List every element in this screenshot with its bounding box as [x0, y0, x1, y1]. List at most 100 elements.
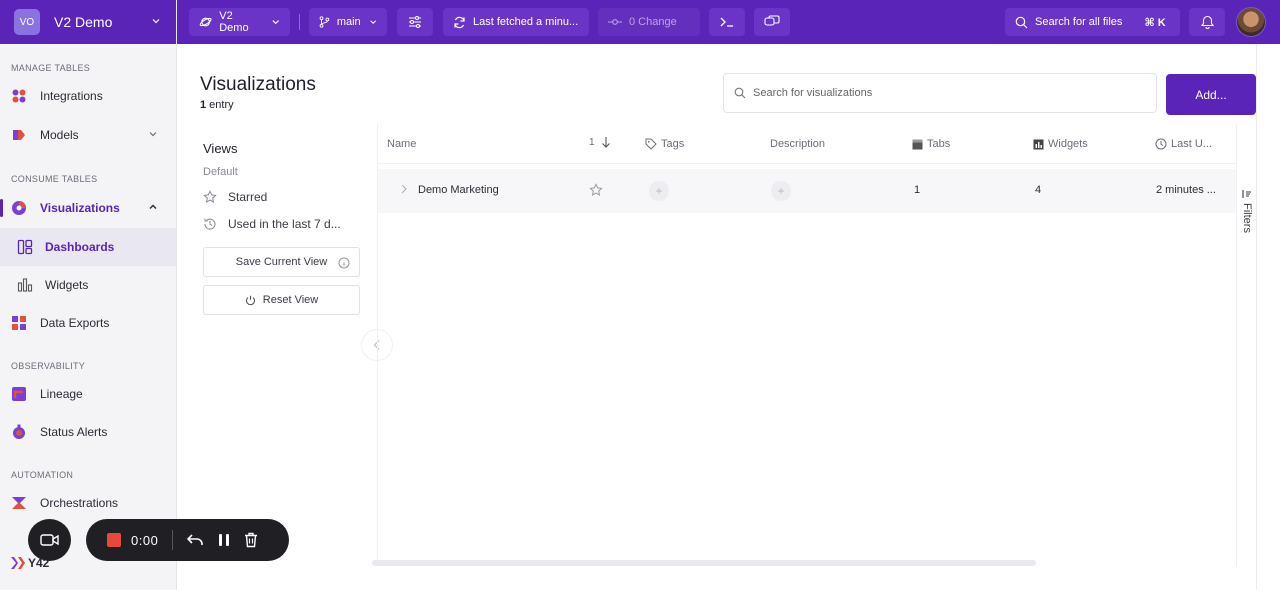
views-panel: Views Default Starred Used in the last 7…	[178, 124, 377, 574]
sliders-icon	[409, 15, 421, 29]
stop-record-icon[interactable]	[107, 533, 121, 547]
fetch-status-button[interactable]: Last fetched a minu...	[443, 8, 589, 36]
video-camera-icon	[39, 534, 59, 546]
section-manage-tables: MANAGE TABLES	[11, 63, 91, 73]
view-recently-used[interactable]: Used in the last 7 d...	[203, 217, 341, 231]
integrations-icon	[11, 88, 27, 104]
pause-icon[interactable]	[218, 533, 230, 547]
terminal-button[interactable]	[709, 8, 745, 36]
table-row[interactable]: Demo Marketing + + 1 4 2 minutes ...	[378, 169, 1237, 213]
sidebar-item-dashboards[interactable]: Dashboards	[0, 228, 176, 266]
page-scrollbar[interactable]	[1256, 44, 1280, 590]
global-search-button[interactable]: Search for all files ⌘ K	[1005, 8, 1180, 36]
horizontal-scrollbar[interactable]	[372, 560, 1036, 566]
reset-view-button[interactable]: Reset View	[203, 285, 360, 315]
history-icon	[203, 217, 217, 231]
status-alerts-icon	[11, 424, 27, 440]
column-sort[interactable]: 1	[589, 136, 615, 148]
tabs-icon	[912, 139, 923, 149]
chevron-down-icon	[272, 20, 279, 25]
notifications-button[interactable]	[1189, 8, 1225, 36]
sidebar-item-label: Integrations	[40, 89, 103, 103]
sidebar-item-integrations[interactable]: Integrations	[0, 79, 176, 113]
column-last-updated[interactable]: Last U...	[1155, 138, 1212, 150]
row-name[interactable]: Demo Marketing	[418, 184, 499, 196]
workspace-avatar: VO	[14, 9, 40, 35]
terminal-icon	[720, 17, 733, 27]
add-tag-icon[interactable]: +	[649, 181, 669, 201]
expand-row-icon[interactable]	[400, 183, 408, 198]
star-icon[interactable]	[589, 183, 603, 200]
sidebar-item-visualizations[interactable]: Visualizations	[0, 191, 176, 225]
search-input[interactable]	[753, 87, 1133, 99]
views-title: Views	[203, 141, 238, 156]
git-branch-icon	[319, 16, 330, 28]
recording-controls: 0:00	[86, 519, 289, 561]
chevron-down-icon[interactable]	[148, 129, 158, 142]
views-default-label: Default	[203, 166, 238, 178]
add-description-icon[interactable]: +	[771, 181, 791, 201]
project-switcher[interactable]: V2 Demo	[189, 8, 290, 36]
sidebar-item-label: Models	[40, 128, 79, 142]
divider	[172, 530, 174, 550]
view-starred[interactable]: Starred	[203, 190, 267, 204]
user-avatar[interactable]	[1236, 7, 1266, 37]
models-icon	[11, 127, 27, 143]
visualizations-icon	[11, 200, 27, 216]
camera-button[interactable]	[28, 519, 71, 561]
row-widgets: 4	[1035, 184, 1042, 196]
power-reset-icon	[245, 295, 255, 305]
workspace-name: V2 Demo	[54, 14, 113, 30]
sidebar-item-widgets[interactable]: Widgets	[0, 266, 176, 304]
sidebar-item-status-alerts[interactable]: Status Alerts	[0, 415, 176, 449]
divider	[299, 14, 300, 30]
sidebar-item-label: Dashboards	[45, 240, 115, 254]
table-header: Name 1 Tags Description Tabs Widgets Las…	[378, 124, 1237, 164]
widgets-icon	[17, 277, 33, 293]
workspace-switcher[interactable]: VO V2 Demo	[0, 0, 176, 44]
chevron-down-icon	[369, 20, 376, 24]
sidebar-item-label: Orchestrations	[40, 496, 119, 510]
changes-button[interactable]: 0 Change	[598, 8, 700, 36]
visualizations-search[interactable]	[723, 73, 1157, 113]
clock-icon	[1155, 138, 1167, 150]
section-consume-tables: CONSUME TABLES	[11, 174, 98, 184]
column-description[interactable]: Description	[770, 138, 825, 150]
lineage-icon	[11, 386, 27, 402]
sidebar-item-data-exports[interactable]: Data Exports	[0, 306, 176, 340]
column-tabs[interactable]: Tabs	[912, 138, 950, 150]
star-icon	[203, 190, 217, 204]
trash-icon[interactable]	[244, 532, 258, 548]
save-current-view-button[interactable]: Save Current View	[203, 247, 360, 277]
sidebar-item-lineage[interactable]: Lineage	[0, 377, 176, 411]
column-widgets[interactable]: Widgets	[1033, 138, 1088, 150]
filters-toggle[interactable]: Filters	[1236, 124, 1256, 566]
sidebar: VO V2 Demo MANAGE TABLES Integrations Mo…	[0, 0, 177, 590]
chat-button[interactable]	[754, 8, 790, 36]
filter-icon	[1242, 190, 1251, 198]
sidebar-item-label: Visualizations	[40, 201, 120, 215]
info-icon[interactable]	[338, 257, 350, 272]
search-icon	[734, 87, 746, 99]
undo-icon[interactable]	[186, 533, 204, 547]
recording-time: 0:00	[131, 532, 159, 548]
branch-switcher[interactable]: main	[309, 8, 387, 36]
main-content: Visualizations 1 entry Add... Views Defa…	[178, 44, 1256, 590]
top-bar: V2 Demo main Last fetched a minu... 0 Ch…	[177, 0, 1280, 44]
column-tags[interactable]: Tags	[645, 138, 684, 150]
filters-label: Filters	[1241, 203, 1253, 233]
chevron-down-icon	[150, 15, 162, 30]
search-icon	[1015, 16, 1028, 28]
sidebar-item-models[interactable]: Models	[0, 118, 176, 152]
chevron-up-icon[interactable]	[148, 202, 158, 215]
y42-logo-icon	[11, 557, 25, 569]
commit-icon	[608, 19, 622, 25]
column-name[interactable]: Name	[387, 138, 416, 150]
data-exports-icon	[11, 315, 27, 331]
sidebar-item-orchestrations[interactable]: Orchestrations	[0, 486, 176, 520]
planet-icon	[199, 17, 212, 27]
section-automation: AUTOMATION	[11, 470, 74, 480]
settings-sliders-button[interactable]	[397, 8, 433, 36]
add-button[interactable]: Add...	[1166, 74, 1256, 115]
sidebar-item-label: Lineage	[40, 387, 83, 401]
